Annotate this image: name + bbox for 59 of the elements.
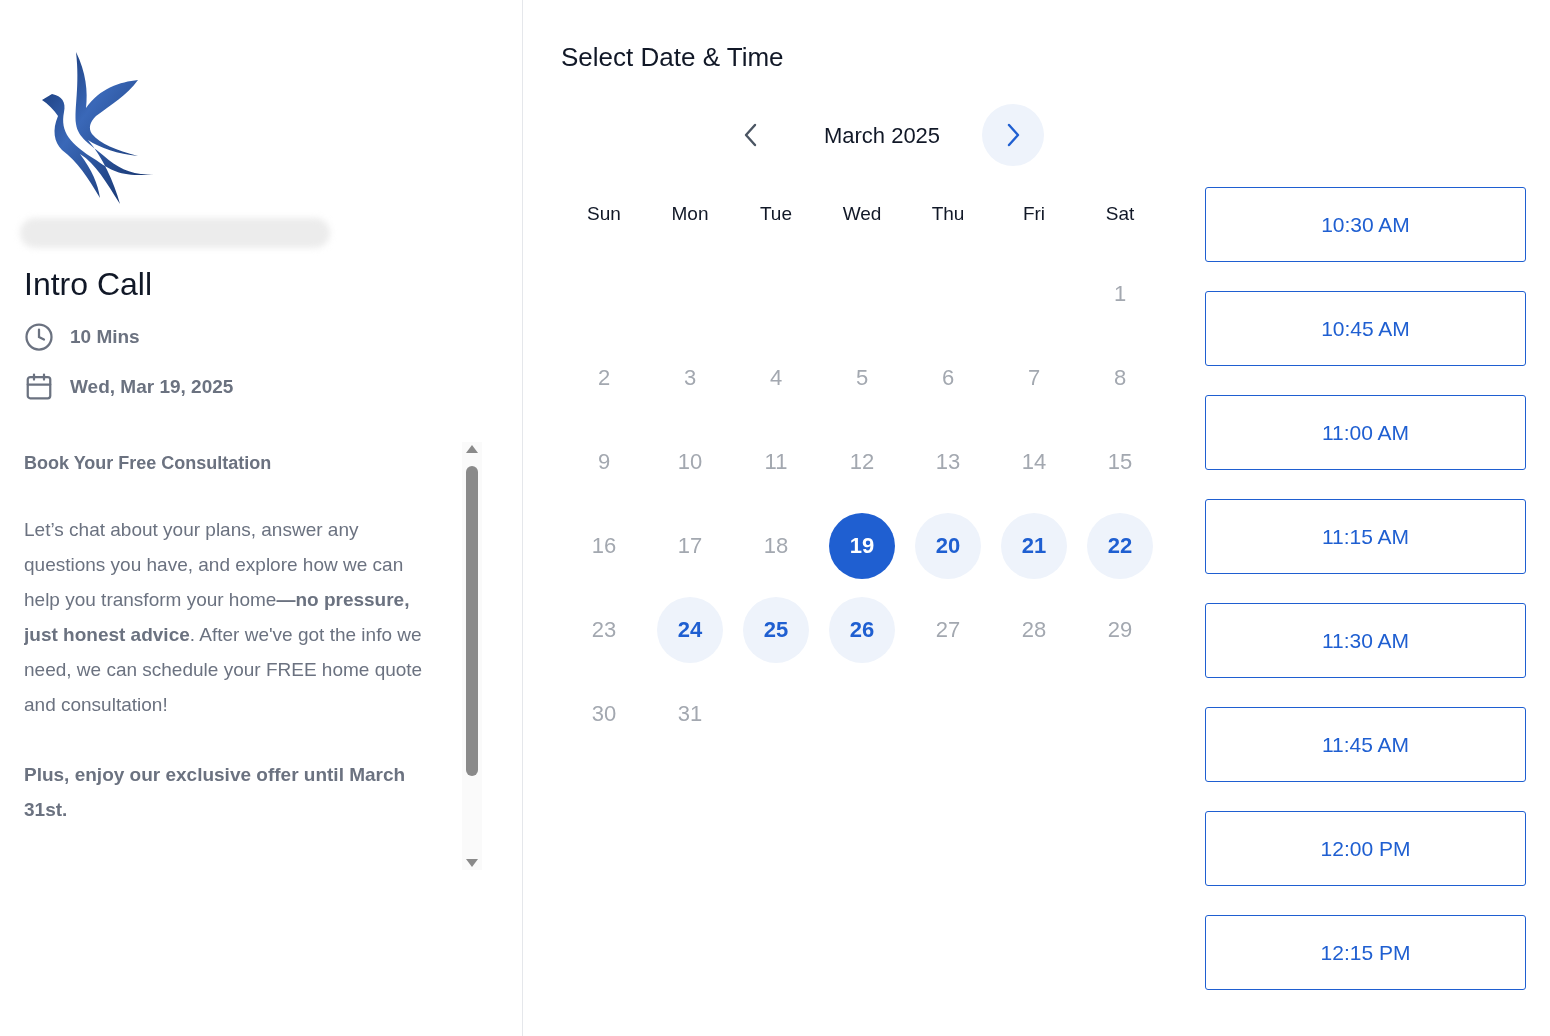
time-slot-button[interactable]: 11:00 AM [1205,395,1526,470]
scroll-up-arrow-icon[interactable] [465,444,479,454]
unavailable-day-number: 13 [935,448,961,476]
unavailable-day-number: 16 [591,532,617,560]
unavailable-day-number: 18 [763,532,789,560]
time-slot-button[interactable]: 12:15 PM [1205,915,1526,990]
calendar-day[interactable]: 20 [915,512,981,579]
description-heading: Book Your Free Consultation [24,452,273,475]
clock-icon [24,322,54,352]
time-slot-button[interactable]: 10:30 AM [1205,187,1526,262]
calendar-day[interactable]: 19 [829,512,895,579]
scrollbar[interactable] [462,442,482,870]
unavailable-day-number: 9 [597,448,611,476]
unavailable-day-number: 30 [591,700,617,728]
description-paragraph: Plus, enjoy our exclusive offer until March 31st. [24,763,407,822]
date-text: Wed, Mar 19, 2025 [70,374,234,399]
calendar-day[interactable]: 25 [743,596,809,663]
unavailable-day-number: 1 [1113,280,1127,308]
time-slot-button[interactable]: 11:15 AM [1205,499,1526,574]
unavailable-day-number: 3 [683,364,697,392]
weekday-label: Tue [759,202,792,226]
weekday-label: Wed [842,202,882,226]
event-title: Intro Call [24,265,154,304]
unavailable-day-number: 6 [941,364,955,392]
weekday-label: Sat [1105,202,1135,226]
calendar-icon [24,372,54,402]
unavailable-day-number: 14 [1021,448,1047,476]
calendar-day[interactable]: 22 [1087,512,1153,579]
unavailable-day-number: 17 [677,532,703,560]
calendar-day[interactable]: 26 [829,596,895,663]
unavailable-day-number: 31 [677,700,703,728]
weekday-label: Sun [587,202,621,226]
unavailable-day-number: 11 [764,448,788,476]
time-slot-button[interactable]: 11:45 AM [1205,707,1526,782]
time-slot-button[interactable]: 10:45 AM [1205,291,1526,366]
scroll-down-arrow-icon[interactable] [465,858,479,868]
unavailable-day-number: 5 [855,364,869,392]
description-paragraph: Let’s chat about your plans, answer any questions you have, and explore how we can help you transform your home—no pressure, just honest advice. After we've got the info we need, we can schedule your FREE home quote and consultation! [24,518,424,717]
duration-text: 10 Mins [70,324,140,349]
time-slot-button[interactable]: 12:00 PM [1205,811,1526,886]
unavailable-day-number: 27 [935,616,961,644]
unavailable-day-number: 12 [849,448,875,476]
unavailable-day-number: 7 [1027,364,1041,392]
unavailable-day-number: 29 [1107,616,1133,644]
weekday-label: Mon [671,202,709,226]
unavailable-day-number: 4 [769,364,783,392]
unavailable-day-number: 15 [1107,448,1133,476]
calendar-day[interactable]: 21 [1001,512,1067,579]
unavailable-day-number: 23 [591,616,617,644]
weekday-label: Fri [1022,202,1046,226]
unavailable-day-number: 10 [677,448,703,476]
weekday-label: Thu [931,202,965,226]
page-title: Select Date & Time [561,41,785,74]
unavailable-day-number: 2 [597,364,611,392]
unavailable-day-number: 28 [1021,616,1047,644]
unavailable-day-number: 8 [1113,364,1127,392]
time-slot-button[interactable]: 11:30 AM [1205,603,1526,678]
month-label: March 2025 [822,121,942,150]
calendar-day[interactable]: 24 [657,596,723,663]
